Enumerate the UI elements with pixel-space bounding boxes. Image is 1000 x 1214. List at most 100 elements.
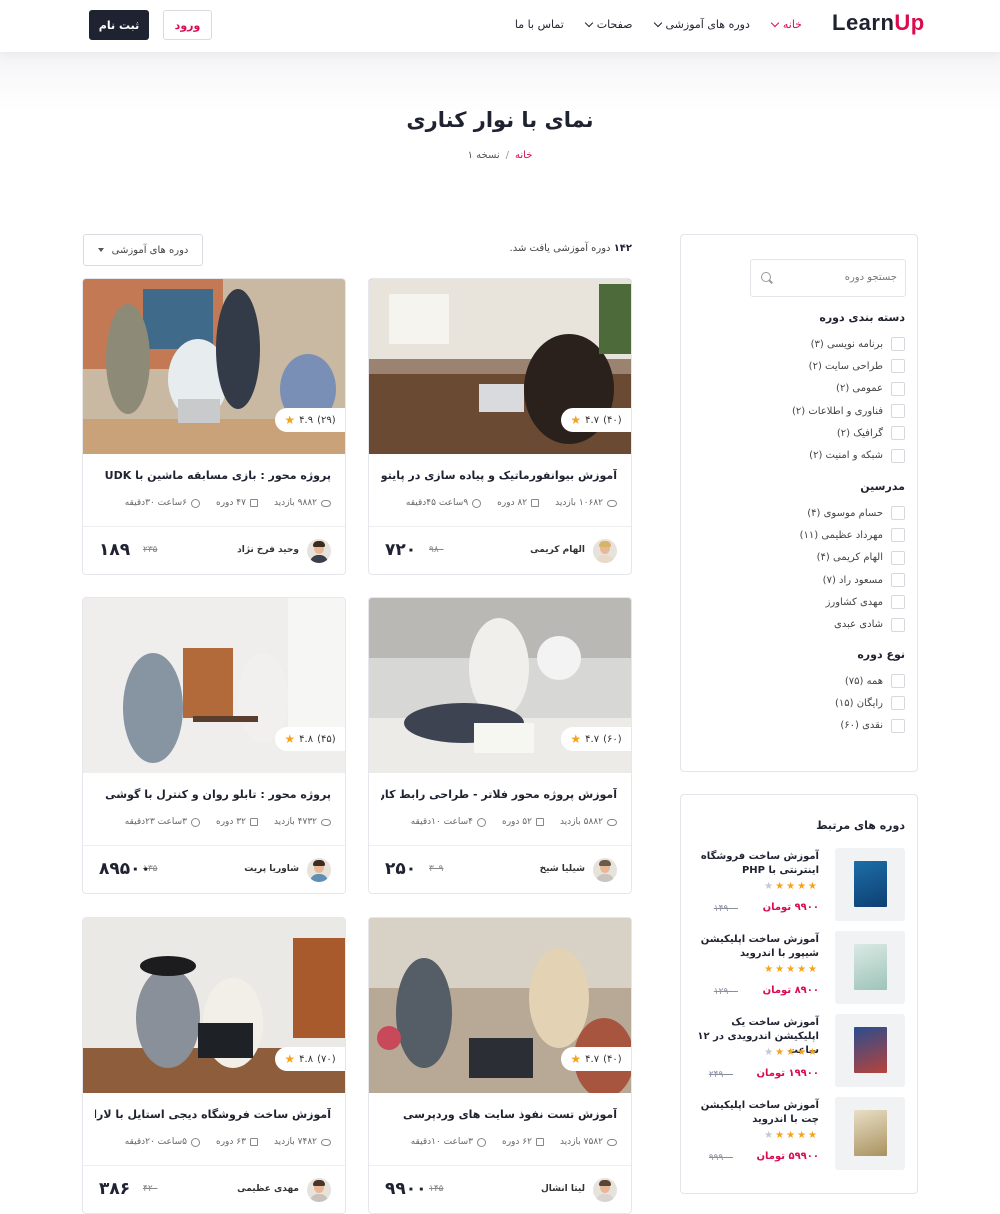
- views-count: ۷۴۸۲ بازدید: [274, 1137, 331, 1147]
- star-icon: ★: [570, 413, 582, 427]
- category-filter: دسته بندی دوره برنامه نویسی (۳) طراحی سا…: [705, 311, 905, 467]
- course-title[interactable]: آموزش ساخت فروشگاه دیجی استایل با لاراول: [95, 1108, 331, 1121]
- star-rating: ★★★★★: [764, 881, 819, 892]
- teacher-option[interactable]: مهرداد عظیمی (۱۱): [705, 524, 905, 546]
- type-option[interactable]: رایگان (۱۵): [705, 692, 905, 714]
- course-card[interactable]: (۲۹) ۴.۹ ★ پروژه محور : بازی مسابقه ماشین …: [82, 278, 346, 575]
- clock-icon: [472, 498, 482, 508]
- teacher-filter: مدرسین حسام موسوی (۴) مهرداد عظیمی (۱۱) …: [705, 480, 905, 636]
- teacher-name[interactable]: الهام کریمی: [530, 545, 585, 555]
- course-card[interactable]: (۴۵) ۴.۸ ★ پروژه محور : تابلو روان و کنترل…: [82, 597, 346, 894]
- logo[interactable]: LearnUp: [832, 10, 925, 36]
- category-option[interactable]: عمومی (۲): [705, 378, 905, 400]
- course-card[interactable]: (۶۰) ۴.۷ ★ آموزش پروژه محور فلاتر - طراحی …: [368, 597, 632, 894]
- sort-dropdown[interactable]: دوره های آموزشی: [83, 234, 203, 266]
- course-thumbnail[interactable]: [835, 931, 905, 1004]
- search-icon[interactable]: [761, 272, 771, 282]
- category-option[interactable]: طراحی سایت (۲): [705, 355, 905, 377]
- results-count: ۱۴۲ دوره آموزشی یافت شد.: [509, 243, 632, 254]
- related-course-title[interactable]: آموزش ساخت اپلیکیشن چت با اندروید: [691, 1099, 819, 1127]
- category-option[interactable]: برنامه نویسی (۳): [705, 333, 905, 355]
- course-search-input[interactable]: جستجو دوره: [750, 259, 906, 297]
- type-option[interactable]: نقدی (۶۰): [705, 715, 905, 737]
- teacher-name[interactable]: لیتا انشال: [541, 1184, 585, 1194]
- course-card[interactable]: (۴۰) ۴.۷ ★ آموزش بیوانفورماتیک و پیاده ساز…: [368, 278, 632, 575]
- avatar[interactable]: [307, 858, 331, 882]
- teacher-name[interactable]: وحید فرخ نژاد: [237, 545, 299, 555]
- avatar[interactable]: [593, 539, 617, 563]
- nav-item-pages[interactable]: صفحات: [584, 18, 633, 31]
- category-option[interactable]: گرافیک (۲): [705, 422, 905, 444]
- old-price: ۱۴۵: [429, 1184, 444, 1194]
- duration: ۹ساعت ۴۵دقیقه: [406, 498, 482, 508]
- teacher-option[interactable]: الهام کریمی (۴): [705, 547, 905, 569]
- divider: [369, 1165, 631, 1166]
- nav-item-contact[interactable]: تماس با ما: [515, 18, 564, 31]
- clock-icon: [477, 1137, 486, 1147]
- teacher-option[interactable]: مسعود راد (۷): [705, 569, 905, 591]
- checkbox[interactable]: [891, 381, 905, 396]
- category-option[interactable]: شبکه و امنیت (۲): [705, 444, 905, 466]
- checkbox[interactable]: [891, 718, 905, 733]
- teacher-name[interactable]: شاوریا پریت: [244, 864, 299, 874]
- checkbox[interactable]: [891, 337, 905, 352]
- course-meta: ۹۸۸۲ بازدید ۴۷ دوره ۶ساعت ۳۰دقیقه: [95, 498, 331, 508]
- checkbox[interactable]: [891, 506, 905, 521]
- eye-icon: [321, 818, 331, 826]
- teacher-name[interactable]: شیلیا شیخ: [540, 864, 585, 874]
- signup-button[interactable]: ثبت نام: [89, 10, 149, 40]
- related-course-item[interactable]: آموزش ساخت اپلیکیشن چت با اندروید ★★★★★ …: [691, 1097, 905, 1175]
- related-course-title[interactable]: آموزش ساخت فروشگاه اینترنتی با PHP: [691, 850, 819, 878]
- breadcrumb-home[interactable]: خانه: [515, 150, 532, 161]
- checkbox[interactable]: [891, 528, 905, 543]
- course-meta: ۵۸۸۲ بازدید ۵۲ دوره ۴ساعت ۱۰دقیقه: [381, 817, 617, 827]
- search-placeholder: جستجو دوره: [844, 272, 897, 283]
- login-button[interactable]: ورود: [163, 10, 212, 40]
- avatar[interactable]: [593, 1178, 617, 1202]
- checkbox[interactable]: [891, 426, 905, 441]
- checkbox[interactable]: [891, 550, 905, 565]
- avatar[interactable]: [593, 858, 617, 882]
- checkbox[interactable]: [891, 448, 905, 463]
- avatar[interactable]: [307, 539, 331, 563]
- related-course-item[interactable]: آموزش ساخت فروشگاه اینترنتی با PHP ★★★★★…: [691, 848, 905, 926]
- checkbox[interactable]: [891, 404, 905, 419]
- teacher-option[interactable]: شادی عبدی: [705, 613, 905, 635]
- lessons-count: ۸۲ دوره: [497, 498, 540, 508]
- course-card[interactable]: (۷۰) ۴.۸ ★ آموزش ساخت فروشگاه دیجی استایل …: [82, 917, 346, 1214]
- checkbox[interactable]: [891, 674, 905, 689]
- checkbox[interactable]: [891, 573, 905, 588]
- breadcrumb: خانه / نسخه ۱: [0, 150, 1000, 161]
- views-count: ۴۷۳۲ بازدید: [274, 817, 331, 827]
- book-cover: [854, 1110, 887, 1156]
- type-option[interactable]: همه (۷۵): [705, 670, 905, 692]
- related-course-item[interactable]: آموزش ساخت یک اپلیکیشن اندرویدی در ۱۲ سا…: [691, 1014, 905, 1092]
- checkbox[interactable]: [891, 359, 905, 374]
- course-title[interactable]: آموزش بیوانفورماتیک و پیاده سازی در پایت…: [381, 469, 617, 482]
- avatar[interactable]: [307, 1178, 331, 1202]
- nav-item-courses[interactable]: دوره های آموزشی: [653, 18, 750, 31]
- category-option[interactable]: فناوری و اطلاعات (۲): [705, 400, 905, 422]
- course-title[interactable]: پروژه محور : تابلو روان و کنترل با گوشی: [95, 788, 331, 801]
- teacher-option[interactable]: حسام موسوی (۴): [705, 502, 905, 524]
- course-card[interactable]: (۴۰) ۴.۷ ★ آموزش تست نفوذ سایت های وردپرسی…: [368, 917, 632, 1214]
- related-price: ۸۹۰۰ تومان: [762, 985, 819, 996]
- checkbox[interactable]: [891, 696, 905, 711]
- checkbox[interactable]: [891, 595, 905, 610]
- related-course-title[interactable]: آموزش ساخت اپلیکیشن شیپور با اندروید: [691, 933, 819, 961]
- course-title[interactable]: آموزش تست نفوذ سایت های وردپرسی: [381, 1108, 617, 1121]
- teacher-name[interactable]: مهدی عظیمی: [237, 1184, 299, 1194]
- course-meta: ۴۷۳۲ بازدید ۳۲ دوره ۳ساعت ۲۳دقیقه: [95, 817, 331, 827]
- nav-item-home[interactable]: خانه: [770, 18, 802, 31]
- checkbox[interactable]: [891, 617, 905, 632]
- course-thumbnail[interactable]: [835, 848, 905, 921]
- teacher-option[interactable]: مهدی کشاورز: [705, 591, 905, 613]
- related-course-item[interactable]: آموزش ساخت اپلیکیشن شیپور با اندروید ★★★…: [691, 931, 905, 1009]
- play-icon: [249, 499, 258, 507]
- rating-badge: (۷۰) ۴.۸ ★: [275, 1047, 345, 1071]
- category-filter-title: دسته بندی دوره: [819, 311, 905, 324]
- course-thumbnail[interactable]: [835, 1014, 905, 1087]
- course-title[interactable]: آموزش پروژه محور فلاتر - طراحی رابط کارب…: [381, 788, 617, 801]
- course-thumbnail[interactable]: [835, 1097, 905, 1170]
- course-title[interactable]: پروژه محور : بازی مسابقه ماشین با UDK: [95, 469, 331, 482]
